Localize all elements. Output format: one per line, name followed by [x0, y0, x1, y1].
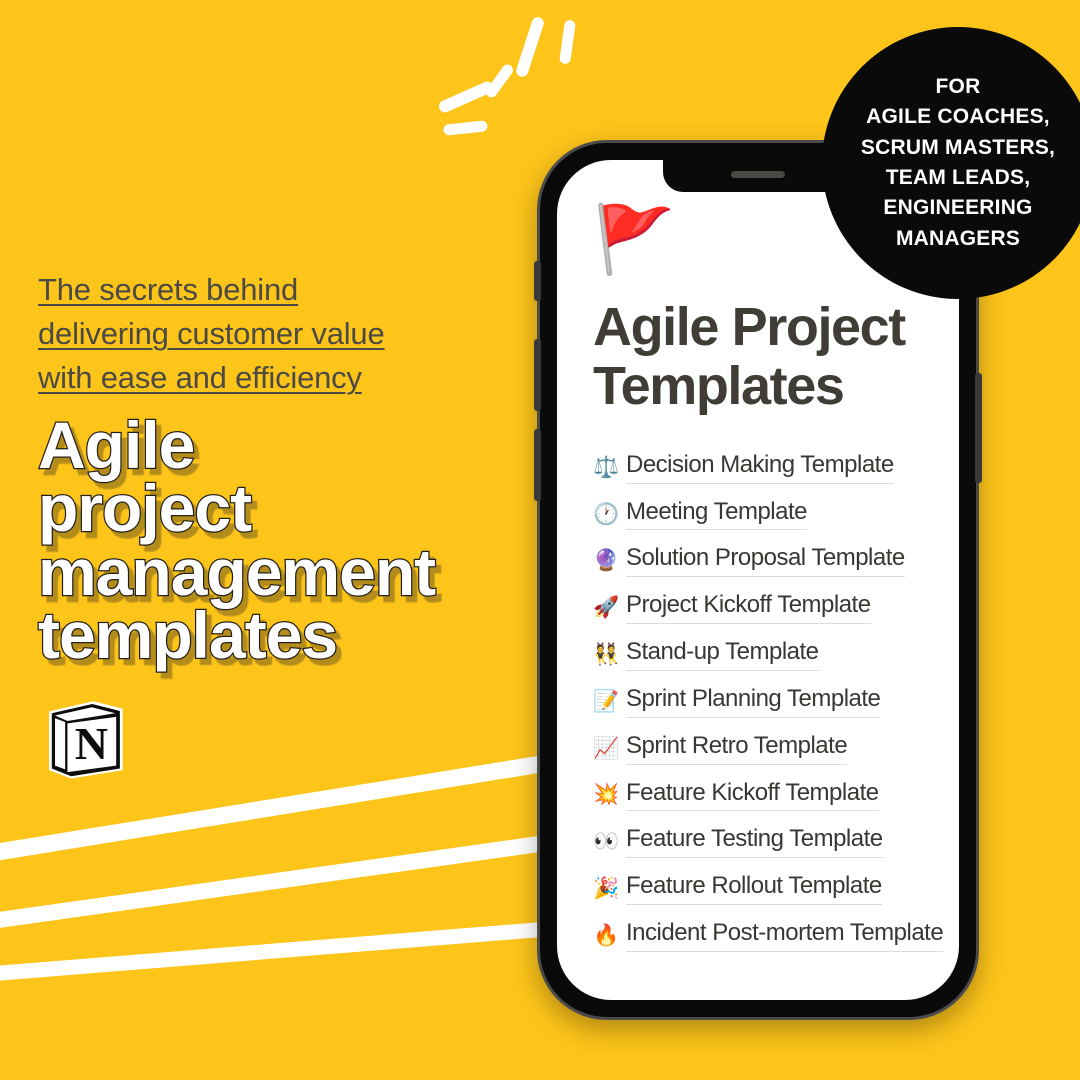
- list-item-label[interactable]: Incident Post-mortem Template: [626, 919, 944, 952]
- list-item-label[interactable]: Project Kickoff Template: [626, 591, 871, 625]
- audience-badge: FOR AGILE COACHES, SCRUM MASTERS, TEAM L…: [822, 27, 1080, 299]
- list-item[interactable]: 🔮 Solution Proposal Template: [593, 544, 931, 580]
- phone-speaker-grille: [731, 171, 785, 178]
- phone-mute-switch[interactable]: [534, 261, 541, 301]
- list-item-label[interactable]: Sprint Planning Template: [626, 685, 881, 718]
- sparkle-ray: [443, 120, 488, 136]
- rocket-icon: 🚀: [593, 596, 620, 620]
- chalk-stroke: [0, 832, 566, 932]
- clock-icon: 🕐: [593, 502, 620, 526]
- sparkle-ray: [437, 79, 495, 115]
- sparkle-burst-decoration: [437, 14, 618, 154]
- headline-line-2: project: [37, 471, 254, 546]
- svg-text:N: N: [75, 719, 108, 770]
- phone-power-button[interactable]: [975, 373, 982, 483]
- sparkle-ray: [514, 15, 546, 79]
- memo-icon: 📝: [593, 689, 620, 713]
- badge-line-2: AGILE COACHES,: [866, 105, 1050, 129]
- subtitle-line-3: with ease and efficiency: [38, 360, 362, 396]
- chalk-stroke: [0, 919, 579, 983]
- phone-screen: 🚩 Agile Project Templates ⚖️ Decision Ma…: [557, 160, 959, 1000]
- list-item[interactable]: 💥 Feature Kickoff Template: [593, 779, 931, 815]
- list-item-label[interactable]: Feature Rollout Template: [626, 872, 882, 906]
- headline-line-4: templates: [37, 598, 340, 673]
- template-list: ⚖️ Decision Making Template 🕐 Meeting Te…: [593, 451, 944, 955]
- page-title: Agile project management templates: [37, 408, 538, 673]
- list-item[interactable]: 👀 Feature Testing Template: [593, 825, 931, 861]
- chart-increasing-icon: 📈: [593, 736, 620, 760]
- badge-line-1: FOR: [935, 74, 981, 98]
- audience-badge-text: FOR AGILE COACHES, SCRUM MASTERS, TEAM L…: [847, 72, 1069, 255]
- list-item[interactable]: 📈 Sprint Retro Template: [593, 732, 931, 768]
- screen-content: 🚩 Agile Project Templates ⚖️ Decision Ma…: [557, 160, 959, 1000]
- list-item-label[interactable]: Sprint Retro Template: [626, 732, 848, 765]
- people-with-bunny-ears-icon: 👯: [593, 643, 620, 666]
- list-item[interactable]: 🔥 Incident Post-mortem Template: [593, 919, 944, 955]
- list-item[interactable]: 👯 Stand-up Template: [593, 638, 931, 674]
- phone-volume-up-button[interactable]: [534, 339, 541, 411]
- phone-volume-down-button[interactable]: [534, 429, 541, 501]
- eyes-icon: 👀: [593, 830, 620, 854]
- badge-line-4: TEAM LEADS,: [885, 166, 1031, 189]
- promo-text-column: The secrets behind delivering customer v…: [37, 268, 538, 785]
- subtitle-line-1: The secrets behind: [38, 272, 299, 307]
- list-item[interactable]: 🎉 Feature Rollout Template: [593, 872, 931, 908]
- list-item[interactable]: ⚖️ Decision Making Template: [593, 451, 931, 487]
- party-popper-icon: 🎉: [593, 877, 620, 901]
- subtitle: The secrets behind delivering customer v…: [38, 268, 538, 400]
- list-item[interactable]: 📝 Sprint Planning Template: [593, 685, 931, 721]
- fire-icon: 🔥: [593, 923, 620, 947]
- list-item-label[interactable]: Feature Testing Template: [626, 825, 883, 859]
- subtitle-line-2: delivering customer value: [38, 316, 385, 352]
- list-item[interactable]: 🚀 Project Kickoff Template: [593, 591, 931, 627]
- screen-title-line-2: Templates: [593, 356, 845, 417]
- headline-line-3: management: [37, 534, 438, 609]
- list-item[interactable]: 🕐 Meeting Template: [593, 498, 931, 534]
- list-item-label[interactable]: Feature Kickoff Template: [626, 779, 879, 812]
- list-item-label[interactable]: Decision Making Template: [626, 451, 894, 484]
- screen-title-line-1: Agile Project: [593, 297, 906, 357]
- collision-icon: 💥: [593, 783, 620, 807]
- list-item-label[interactable]: Solution Proposal Template: [626, 544, 905, 578]
- screen-page-title: Agile Project Templates: [593, 297, 931, 417]
- badge-line-6: MANAGERS: [895, 226, 1021, 250]
- balance-scale-icon: ⚖️: [593, 455, 620, 479]
- headline-line-1: Agile: [37, 408, 197, 483]
- crystal-ball-icon: 🔮: [593, 549, 620, 573]
- list-item-label[interactable]: Meeting Template: [626, 498, 808, 531]
- badge-line-5: ENGINEERING: [883, 196, 1033, 220]
- sparkle-ray: [558, 19, 577, 65]
- notion-logo-icon: N: [49, 701, 123, 780]
- badge-line-3: SCRUM MASTERS,: [860, 135, 1056, 159]
- list-item-label[interactable]: Stand-up Template: [626, 638, 819, 671]
